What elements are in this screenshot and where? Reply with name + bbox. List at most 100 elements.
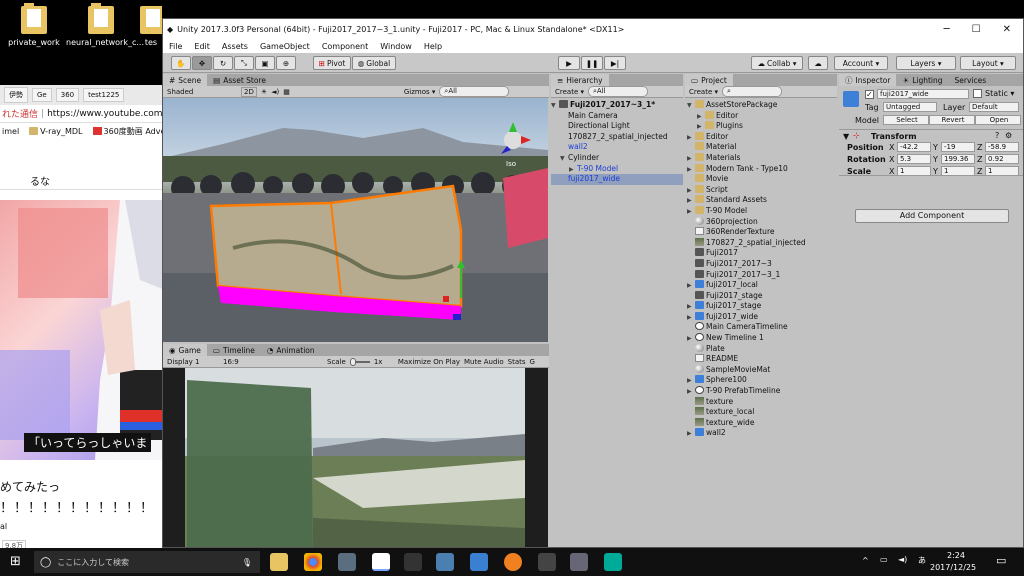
clock-time[interactable]: 2:24 — [936, 551, 976, 560]
transform-tool-button[interactable]: ⊕ — [276, 56, 296, 70]
model-revert-button[interactable]: Revert — [929, 115, 975, 125]
play-button[interactable]: ▶ — [558, 56, 580, 70]
chevron-up-icon[interactable]: ^ — [862, 556, 869, 565]
hierarchy-create-button[interactable]: Create ▾ — [555, 88, 584, 96]
project-item[interactable]: Plate — [685, 343, 837, 355]
bookmark-item[interactable]: 360度動画 Adve — [92, 126, 165, 137]
bookmark-item[interactable]: V-ray_MDL — [29, 126, 83, 136]
scene-viewport[interactable]: Iso — [163, 98, 548, 342]
project-item[interactable]: ▼ AssetStorePackage — [685, 100, 837, 111]
hierarchy-item[interactable]: Main Camera — [551, 111, 683, 122]
project-search-input[interactable]: ⌕ — [722, 86, 782, 97]
global-toggle[interactable]: ◍ Global — [352, 56, 396, 70]
lighting-toggle-icon[interactable]: ☀ — [261, 88, 267, 96]
project-item[interactable]: ▶ Modern Tank - Type10 — [685, 163, 837, 175]
active-checkbox[interactable]: ✓ — [865, 90, 874, 99]
layers-dropdown[interactable]: Layers ▾ — [896, 56, 956, 70]
add-component-button[interactable]: Add Component — [855, 209, 1009, 223]
position-y-field[interactable]: -19 — [941, 142, 975, 152]
tab-game[interactable]: ◉ Game — [163, 344, 207, 356]
project-item[interactable]: Fuji2017_2017~3 — [685, 258, 837, 270]
layout-dropdown[interactable]: Layout ▾ — [960, 56, 1016, 70]
rotation-z-field[interactable]: 0.92 — [985, 154, 1019, 164]
project-item[interactable]: texture — [685, 396, 837, 408]
scale-x-field[interactable]: 1 — [897, 166, 931, 176]
move-tool-button[interactable]: ✥ — [192, 56, 212, 70]
chrome-icon[interactable] — [304, 553, 322, 571]
project-item[interactable]: Main CameraTimeline — [685, 322, 837, 333]
project-item[interactable]: Fuji2017_2017~3_1 — [685, 269, 837, 281]
scene-search-input[interactable]: ⌕All — [439, 86, 510, 97]
unity-taskbar-icon[interactable] — [372, 553, 390, 571]
project-item[interactable]: ▶ Plugins — [685, 121, 837, 132]
audio-toggle-icon[interactable]: ◄) — [271, 88, 279, 96]
tab-services[interactable]: Services — [949, 74, 993, 86]
app-icon[interactable] — [538, 553, 556, 571]
app-icon[interactable] — [436, 553, 454, 571]
notification-icon[interactable]: ▭ — [996, 554, 1006, 567]
hand-tool-button[interactable]: ✋ — [171, 56, 191, 70]
menu-help[interactable]: Help — [424, 42, 442, 51]
blender-icon[interactable] — [504, 553, 522, 571]
project-item[interactable]: ▶ Standard Assets — [685, 195, 837, 206]
video-player[interactable] — [0, 200, 165, 460]
project-item[interactable]: Fuji2017_stage — [685, 290, 837, 302]
pause-button[interactable]: ❚❚ — [581, 56, 603, 70]
file-explorer-icon[interactable] — [270, 553, 288, 571]
browser-tab[interactable]: 360 — [55, 88, 80, 102]
maximize-on-play-toggle[interactable]: Maximize On Play — [398, 358, 460, 366]
project-item[interactable]: ▶ Editor — [685, 110, 837, 122]
taskbar-search-box[interactable]: ◯ ここに入力して検索 🎙 — [34, 551, 260, 573]
gizmos-toggle[interactable]: G — [530, 358, 535, 366]
tag-dropdown[interactable]: Untagged — [883, 102, 937, 112]
hierarchy-scene-row[interactable]: ▼ Fuji2017_2017~3_1* — [551, 100, 683, 111]
menu-assets[interactable]: Assets — [222, 42, 248, 51]
collab-button[interactable]: ☁ Collab ▾ — [751, 56, 803, 70]
tab-lighting[interactable]: ☀ Lighting — [896, 74, 948, 86]
bookmark-item[interactable]: imel — [2, 127, 19, 136]
static-checkbox[interactable] — [973, 89, 982, 98]
project-item[interactable]: ▶ fuji2017_wide — [685, 311, 837, 323]
hierarchy-item[interactable]: fuji2017_wide — [551, 174, 683, 185]
desktop-icon-tes[interactable]: tes — [140, 6, 162, 47]
project-item[interactable]: texture_local — [685, 407, 837, 418]
project-item[interactable]: Movie — [685, 174, 837, 185]
project-item[interactable]: ▶ New Timeline 1 — [685, 333, 837, 344]
browser-tab[interactable]: 伊勢 — [4, 87, 28, 103]
project-item[interactable]: ▶ fuji2017_stage — [685, 301, 837, 312]
clock-date[interactable]: 2017/12/25 — [930, 563, 976, 572]
scale-y-field[interactable]: 1 — [941, 166, 975, 176]
rect-tool-button[interactable]: ▣ — [255, 56, 275, 70]
transform-foldout-icon[interactable]: ▼ — [843, 132, 849, 141]
tab-hierarchy[interactable]: ≡ Hierarchy — [551, 74, 609, 86]
display-dropdown[interactable]: Display 1 — [167, 358, 219, 366]
menu-component[interactable]: Component — [322, 42, 368, 51]
app-icon[interactable] — [470, 553, 488, 571]
game-viewport[interactable] — [163, 368, 548, 547]
rotate-tool-button[interactable]: ↻ — [213, 56, 233, 70]
layer-dropdown[interactable]: Default — [969, 102, 1019, 112]
help-icon[interactable]: ? — [995, 131, 999, 140]
menu-window[interactable]: Window — [380, 42, 412, 51]
hierarchy-item[interactable]: ▼ Cylinder — [551, 153, 683, 164]
project-item[interactable]: ▶ Materials — [685, 152, 837, 164]
app-icon[interactable] — [604, 553, 622, 571]
scale-tool-button[interactable]: ⤡ — [234, 56, 254, 70]
project-item[interactable]: ▶ T-90 Model — [685, 205, 837, 217]
object-name-field[interactable]: fuji2017_wide — [877, 89, 969, 99]
volume-icon[interactable]: ◄) — [898, 555, 907, 564]
settings-gear-icon[interactable]: ⚙ — [1005, 131, 1012, 140]
hierarchy-item[interactable]: 170827_2_spatial_injected — [551, 132, 683, 143]
microphone-icon[interactable]: 🎙 — [242, 558, 252, 567]
rotation-y-field[interactable]: 199.36 — [941, 154, 975, 164]
project-item[interactable]: ▶ Script — [685, 184, 837, 196]
minimize-icon[interactable]: ─ — [944, 24, 950, 35]
shading-mode-dropdown[interactable]: Shaded — [167, 88, 237, 96]
aspect-dropdown[interactable]: 16:9 — [223, 358, 323, 366]
scale-z-field[interactable]: 1 — [985, 166, 1019, 176]
tab-asset-store[interactable]: ▤ Asset Store — [207, 74, 272, 86]
project-item[interactable]: ▶ Sphere100 — [685, 375, 837, 386]
youtube-search-input[interactable]: るな — [30, 173, 50, 188]
pivot-toggle[interactable]: ⊞ Pivot — [313, 56, 351, 70]
project-item[interactable]: ▶ fuji2017_local — [685, 280, 837, 291]
